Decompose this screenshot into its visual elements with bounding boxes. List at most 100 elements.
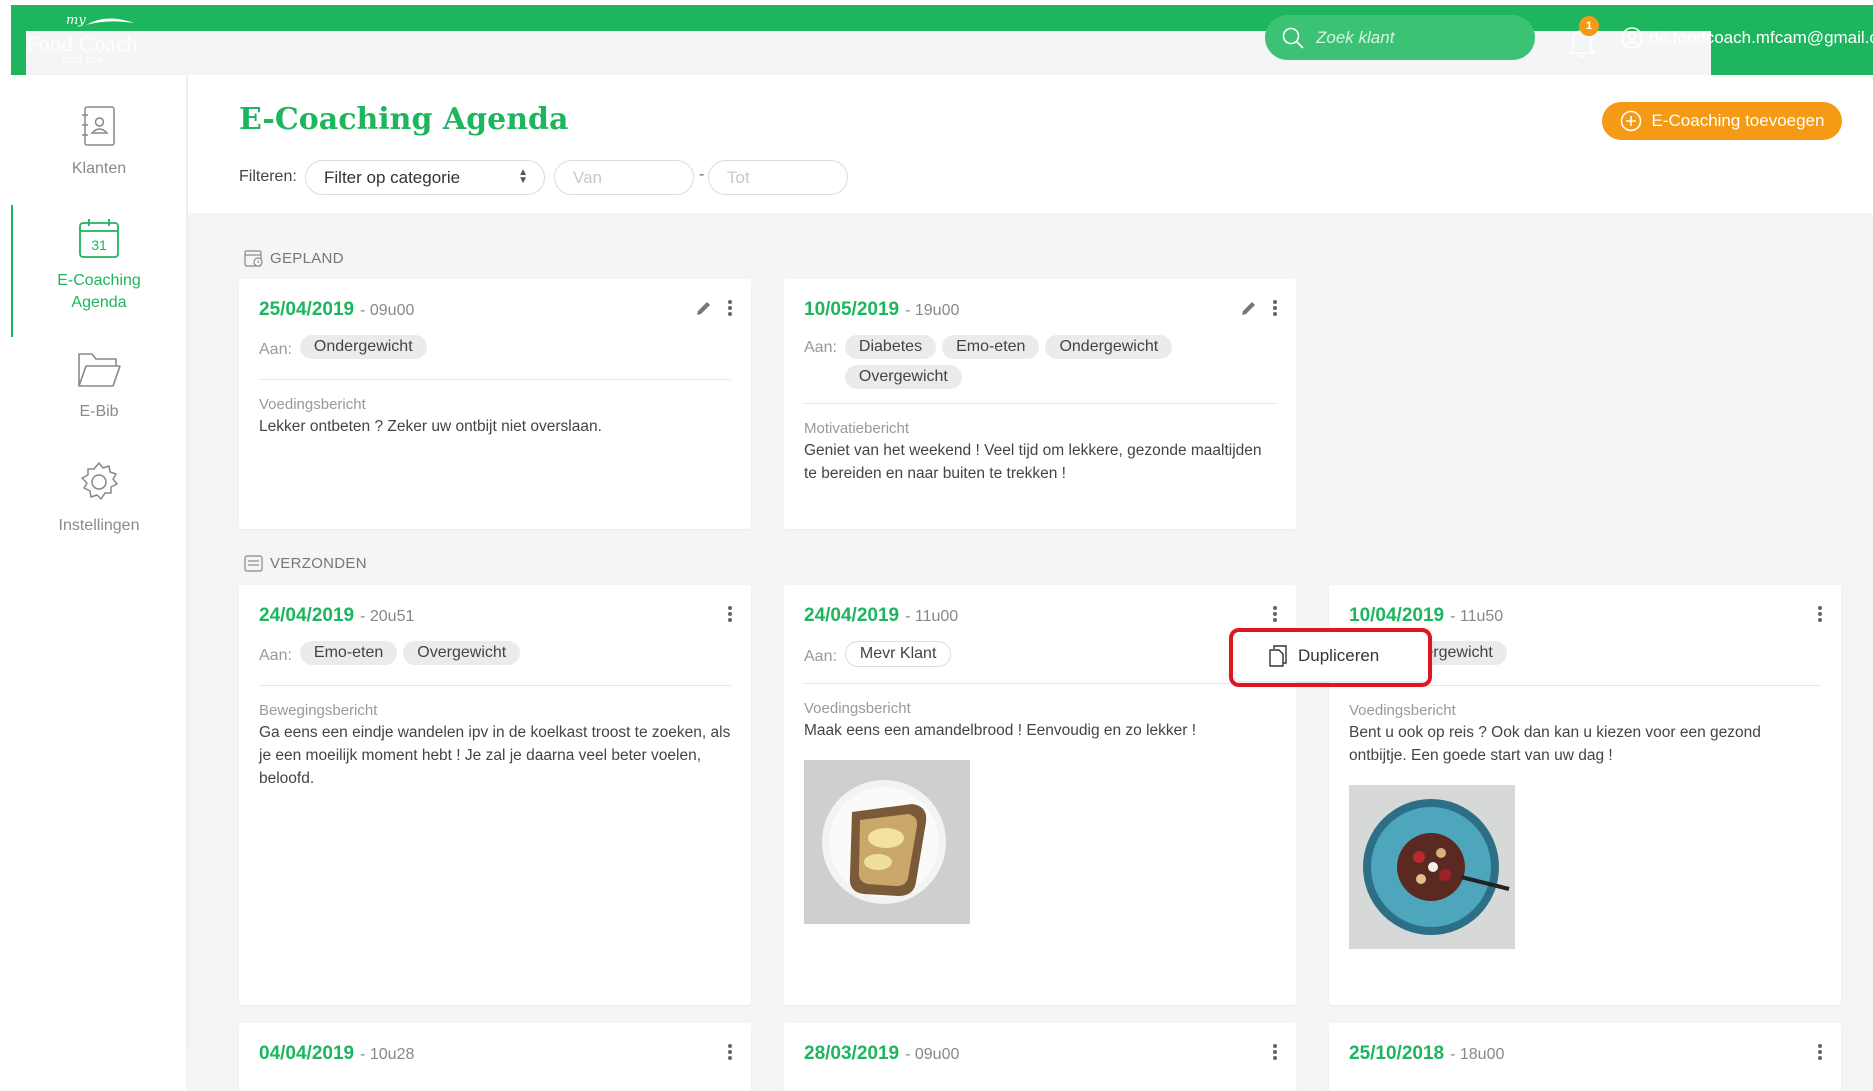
app-logo[interactable]: my Food Coach and me <box>26 11 1711 1047</box>
inbox-icon <box>244 555 263 572</box>
sidebar-item-label: Klanten <box>71 160 127 177</box>
almond-bread-photo <box>804 760 970 924</box>
folder-icon <box>78 353 121 387</box>
recipient-chip: Mevr Klant <box>844 641 952 667</box>
card-divider <box>804 403 1276 404</box>
sidebar-item-instellingen[interactable]: Instellingen <box>11 460 187 537</box>
main-content: E-Coaching Agenda E-Coaching toevoegen F… <box>188 75 1873 1091</box>
message-text: Geniet van het weekend ! Veel tijd om le… <box>804 442 1262 482</box>
page-title: E-Coaching Agenda <box>239 102 569 137</box>
recipient-chip: Ondergewicht <box>1045 335 1173 359</box>
top-bar: my Food Coach and me 1 de.foodcoach.mfca… <box>11 5 1873 1047</box>
more-vertical-icon[interactable] <box>727 605 733 623</box>
card-divider <box>259 379 731 380</box>
recipient-chip: Emo-eten <box>299 641 398 665</box>
add-button-label: E-Coaching toevoegen <box>1651 111 1825 130</box>
recipient-chip: Emo-eten <box>942 335 1040 359</box>
sent-card[interactable]: 24/04/2019 - 20u51 Aan: Emo-eten Overgewich… <box>239 585 751 1005</box>
sidebar-item-label: Instellingen <box>58 517 140 534</box>
card-time: - 11u00 <box>905 608 959 625</box>
to-label: Aan: <box>259 341 292 358</box>
sidebar-item-label: E-Coaching Agenda <box>57 272 141 311</box>
date-to-input[interactable]: Tot <box>708 160 848 195</box>
date-separator: - <box>699 166 705 183</box>
notification-badge: 1 <box>1579 16 1599 36</box>
message-text: Bent u ook op reis ? Ook dan kan u kieze… <box>1349 724 1761 764</box>
message-text: Lekker ontbeten ? Zeker uw ontbijt niet … <box>259 418 602 435</box>
planned-card[interactable]: 25/04/2019 - 09u00 Aan: Ondergewicht Voedi… <box>239 279 751 529</box>
contacts-book-icon <box>82 106 115 146</box>
search-icon <box>1282 27 1304 48</box>
message-kind: Voedingsbericht <box>1349 702 1456 719</box>
card-date: 04/04/2019 <box>259 1043 355 1064</box>
card-date: 24/04/2019 <box>804 605 900 626</box>
sidebar: Klanten 31 E-Coaching Agenda E-Bib Inste… <box>11 75 187 1091</box>
client-search[interactable] <box>1265 15 1535 60</box>
sent-card[interactable]: 28/03/2019 - 09u00 <box>784 1023 1296 1091</box>
select-arrows-icon: ▲ ▼ <box>518 167 528 186</box>
to-label: Aan: <box>804 648 837 665</box>
message-kind: Bewegingsbericht <box>259 702 378 719</box>
page-header: E-Coaching Agenda E-Coaching toevoegen F… <box>188 75 1873 213</box>
card-divider <box>259 685 731 686</box>
to-label: Aan: <box>259 647 292 664</box>
sent-card[interactable]: 25/10/2018 - 18u00 <box>1329 1023 1841 1091</box>
sidebar-item-e-bib[interactable]: E-Bib <box>11 350 187 423</box>
card-date: 10/04/2019 <box>1349 605 1445 626</box>
message-kind: Motivatiebericht <box>804 420 910 437</box>
more-vertical-icon[interactable] <box>1817 605 1823 623</box>
message-text: Maak eens een amandelbrood ! Eenvoudig e… <box>804 722 1197 739</box>
search-input[interactable] <box>1316 27 1506 48</box>
card-date: 25/10/2018 <box>1349 1043 1445 1064</box>
sidebar-item-label: E-Bib <box>79 403 119 420</box>
card-date: 28/03/2019 <box>804 1043 900 1064</box>
recipient-chip: Overgewicht <box>844 365 962 389</box>
breakfast-bowl-photo <box>1349 785 1515 949</box>
more-vertical-icon[interactable] <box>1272 605 1278 623</box>
edit-pencil-icon[interactable] <box>1240 299 1258 317</box>
user-menu[interactable]: de.foodcoach.mfcam@gmail.com <box>1621 27 1873 49</box>
section-label: VERZONDEN <box>270 554 367 572</box>
user-icon <box>1621 27 1643 49</box>
card-time: - 18u00 <box>1450 1046 1505 1063</box>
card-time: - 10u28 <box>360 1046 415 1063</box>
svg-text:31: 31 <box>91 237 107 253</box>
plus-circle-icon <box>1620 110 1641 132</box>
calendar-clock-icon <box>244 250 263 267</box>
gear-icon <box>81 462 118 500</box>
planned-card[interactable]: 10/05/2019- 19u00 Aan: Diabetes Emo-eten O… <box>784 279 1296 529</box>
more-vertical-icon[interactable] <box>1272 299 1278 317</box>
more-vertical-icon[interactable] <box>1817 1043 1823 1061</box>
message-kind: Voedingsbericht <box>804 700 911 717</box>
date-from-input[interactable]: Van <box>554 160 694 195</box>
user-email: de.foodcoach.mfcam@gmail.com <box>1649 28 1873 47</box>
card-time: - 20u51 <box>360 608 415 625</box>
to-label: Aan: <box>804 339 837 356</box>
filter-label: Filteren: <box>239 168 297 185</box>
calendar-icon: 31 <box>79 219 119 258</box>
sidebar-item-klanten[interactable]: Klanten <box>11 105 187 180</box>
card-time: - 09u00 <box>360 302 415 319</box>
sent-card[interactable]: 24/04/2019 - 11u00 Aan: Mevr Klant Voeding… <box>784 585 1296 1005</box>
card-time: - 11u50 <box>1450 608 1504 625</box>
section-planned-title: GEPLAND <box>244 249 344 267</box>
sidebar-item-e-coaching-agenda[interactable]: 31 E-Coaching Agenda <box>11 205 187 337</box>
more-vertical-icon[interactable] <box>1272 1043 1278 1061</box>
category-filter-select[interactable]: Filter op categorie ▲ ▼ <box>305 160 545 195</box>
sent-card[interactable]: 04/04/2019 - 10u28 <box>239 1023 751 1091</box>
more-vertical-icon[interactable] <box>727 299 733 317</box>
card-time: - 19u00 <box>905 302 960 319</box>
section-label: GEPLAND <box>270 249 344 267</box>
card-divider <box>804 683 1276 684</box>
card-time: - 09u00 <box>905 1046 960 1063</box>
annotation-highlight-box <box>1229 628 1432 687</box>
logo-swoosh-icon <box>86 18 134 25</box>
card-date: 24/04/2019 <box>259 605 355 626</box>
message-text: Ga eens een eindje wandelen ipv in de ko… <box>259 724 731 787</box>
add-e-coaching-button[interactable]: E-Coaching toevoegen <box>1602 102 1842 140</box>
category-select-value: Filter op categorie <box>324 168 461 187</box>
more-vertical-icon[interactable] <box>727 1043 733 1061</box>
recipient-chip: Diabetes <box>844 335 937 359</box>
edit-pencil-icon[interactable] <box>695 299 713 317</box>
logo-andme: and me <box>62 53 104 66</box>
